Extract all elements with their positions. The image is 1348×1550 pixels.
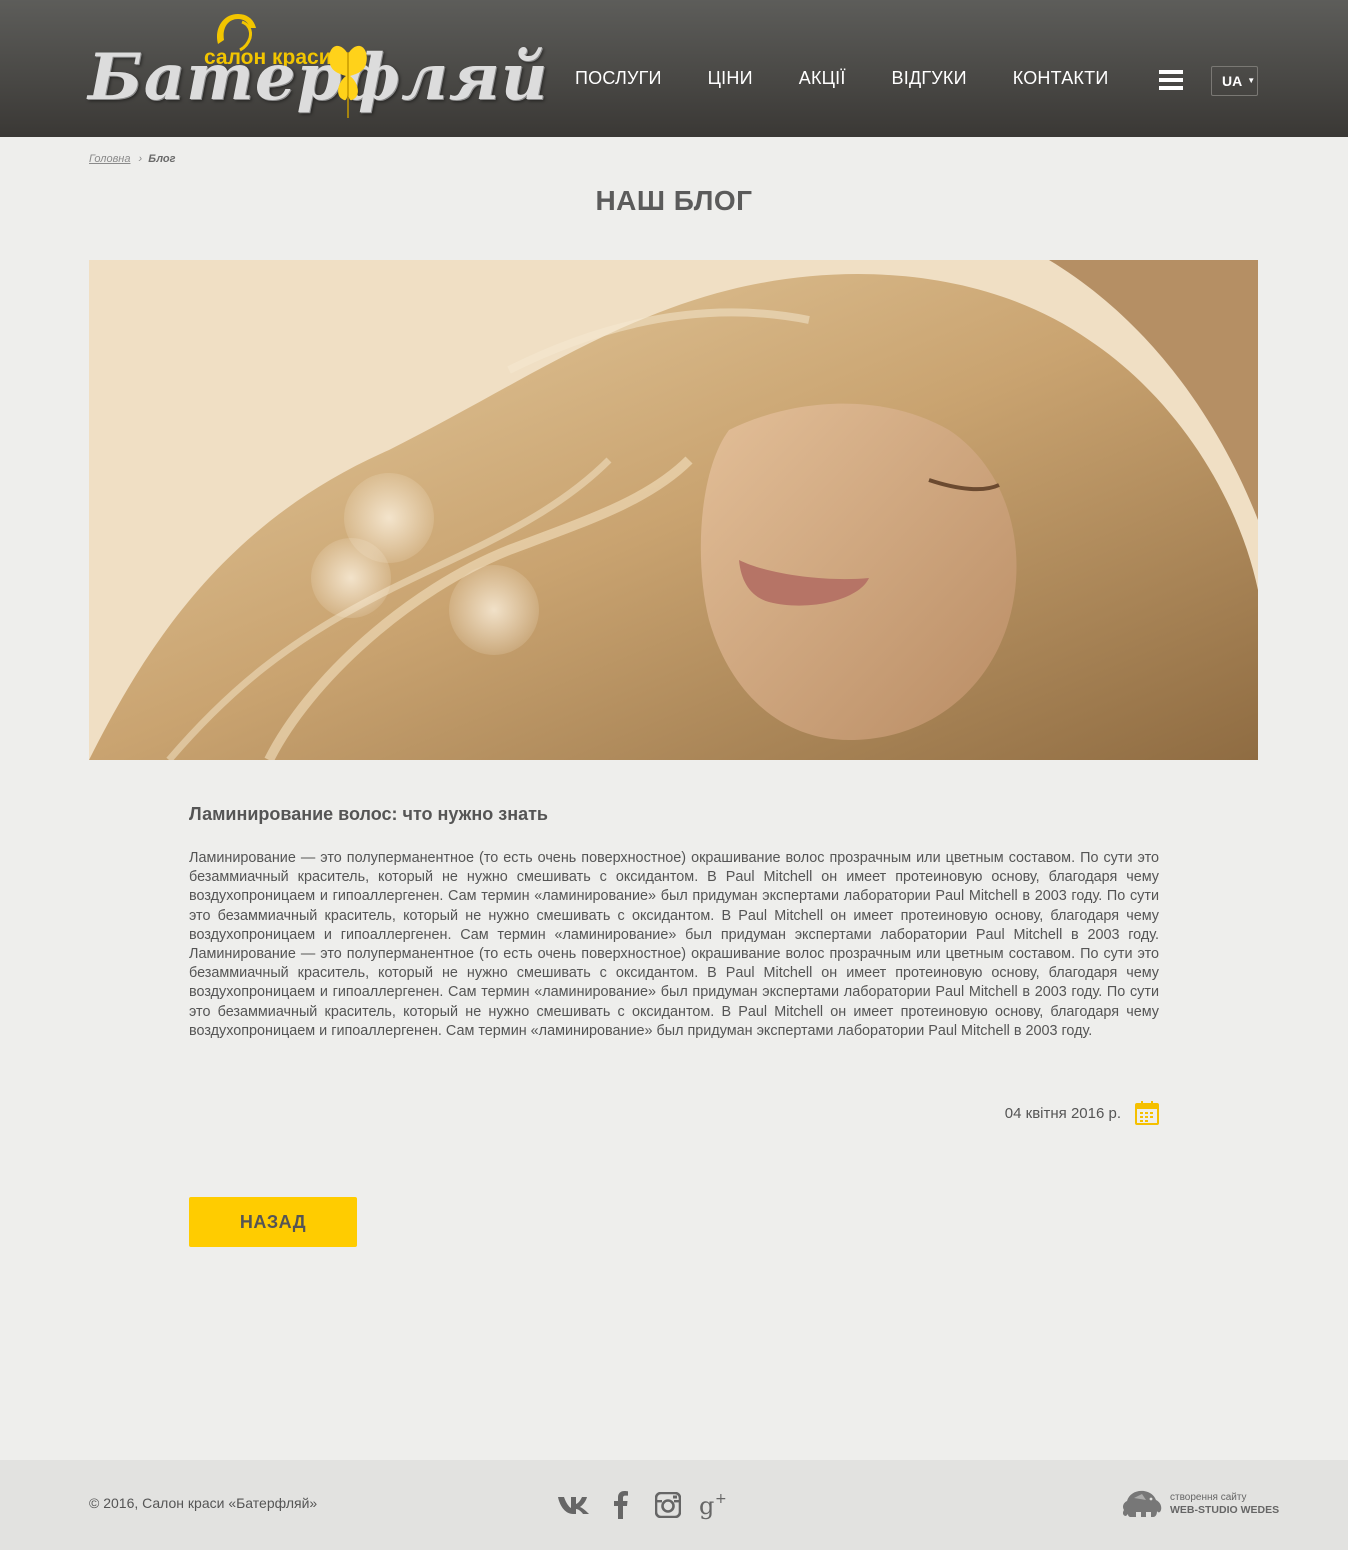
google-plus-icon[interactable]: g +	[698, 1490, 732, 1520]
article-title: Ламинирование волос: что нужно знать	[189, 804, 548, 824]
elephant-logo-icon	[1122, 1490, 1162, 1517]
nav-item-prices[interactable]: ЦІНИ	[708, 68, 753, 89]
site-logo[interactable]: салон краси Батерфляй	[88, 10, 547, 128]
svg-text:+: +	[715, 1491, 727, 1507]
site-footer: © 2016, Салон краси «Батерфляй» g + ство…	[0, 1460, 1348, 1550]
facebook-icon[interactable]	[604, 1490, 638, 1520]
vk-icon[interactable]	[557, 1490, 591, 1520]
page-title: НАШ БЛОГ	[595, 185, 753, 216]
language-selector[interactable]: UA ▼	[1211, 66, 1258, 96]
article-body: Ламинирование — это полуперманентное (то…	[189, 849, 1159, 1041]
breadcrumb-current: Блог	[148, 153, 176, 165]
article-paragraph: Ламинирование — это полуперманентное (то…	[189, 850, 1159, 1039]
calendar-icon	[1135, 1101, 1159, 1125]
logo-name: Батерфляй	[88, 40, 549, 115]
breadcrumb-home-link[interactable]: Головна	[89, 153, 130, 165]
developer-credit-link[interactable]: створення сайту WEB-STUDIO WEDES	[1120, 1488, 1279, 1520]
hero-image	[89, 260, 1258, 760]
back-button[interactable]: НАЗАД	[189, 1197, 357, 1247]
breadcrumb: Головна › Блог	[89, 153, 176, 165]
article-date-row: 04 квітня 2016 р.	[900, 1100, 1159, 1126]
instagram-icon[interactable]	[651, 1490, 685, 1520]
language-label: UA	[1222, 73, 1243, 89]
svg-text:g: g	[699, 1492, 714, 1520]
copyright: © 2016, Салон краси «Батерфляй»	[89, 1495, 318, 1511]
hamburger-icon[interactable]	[1159, 70, 1183, 92]
nav-item-contacts[interactable]: КОНТАКТИ	[1013, 68, 1109, 89]
caret-down-icon: ▼	[1247, 75, 1256, 85]
nav-item-reviews[interactable]: ВІДГУКИ	[892, 68, 967, 89]
social-links: g +	[557, 1490, 745, 1520]
developer-credit-line2: WEB-STUDIO WEDES	[1170, 1504, 1280, 1516]
nav-item-services[interactable]: ПОСЛУГИ	[575, 68, 662, 89]
developer-credit-line1: створення сайту	[1170, 1492, 1247, 1503]
hero-photo-illustration	[89, 260, 1258, 760]
butterfly-icon	[329, 45, 367, 118]
breadcrumb-separator: ›	[138, 153, 143, 165]
site-header: салон краси Батерфляй ПОСЛУГИ ЦІНИ АКЦІЇ…	[0, 0, 1348, 137]
main-nav: ПОСЛУГИ ЦІНИ АКЦІЇ ВІДГУКИ КОНТАКТИ	[575, 68, 1108, 89]
nav-item-promotions[interactable]: АКЦІЇ	[799, 68, 846, 89]
article-date: 04 квітня 2016 р.	[1004, 1104, 1121, 1122]
